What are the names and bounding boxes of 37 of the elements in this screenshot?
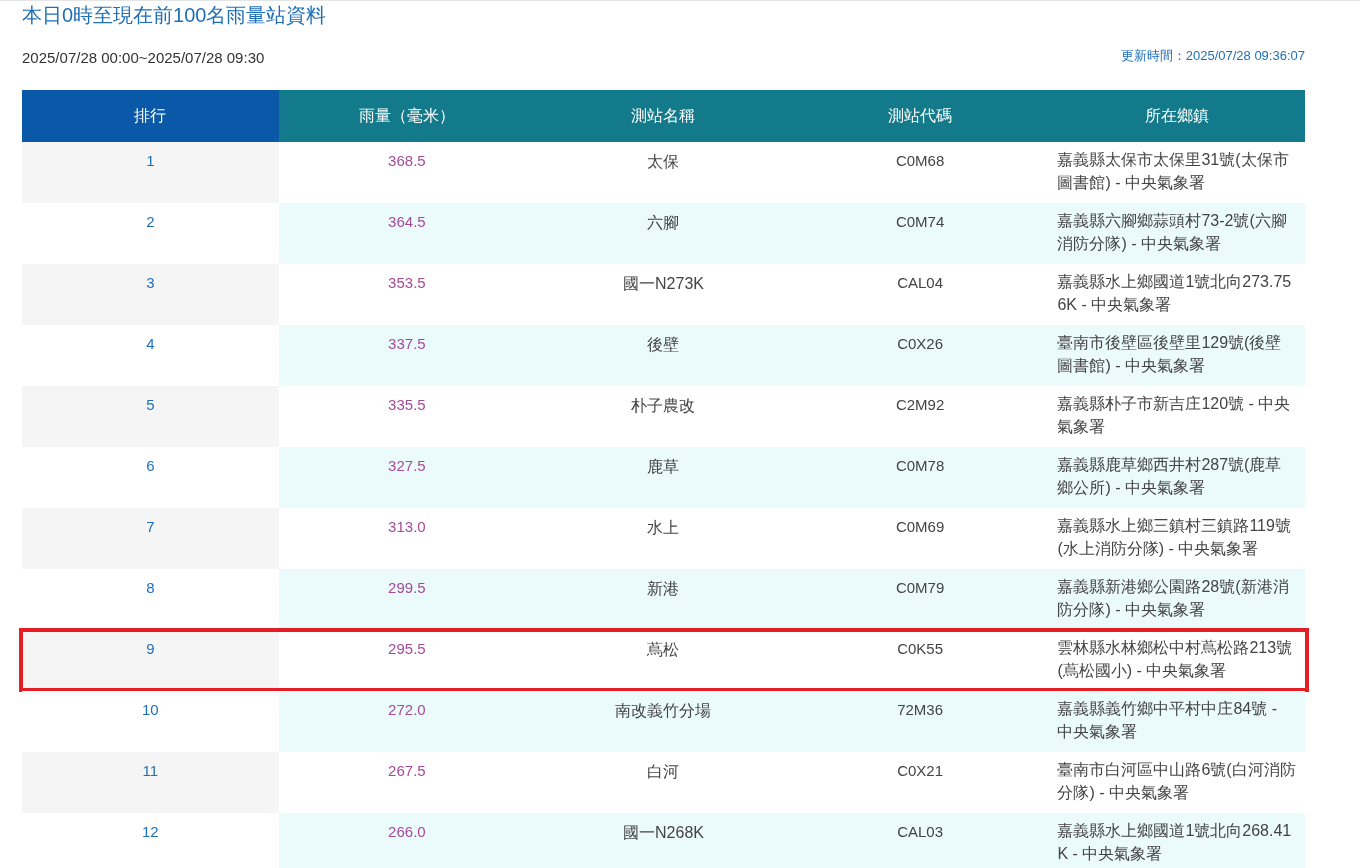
table-cell: 7	[22, 507, 279, 569]
table-cell: 5	[22, 385, 279, 447]
table-cell: 嘉義縣六腳鄉蒜頭村73-2號(六腳消防分隊) - 中央氣象署	[1048, 202, 1305, 264]
table-cell: 327.5	[278, 446, 536, 508]
table-cell: 國一N268K	[535, 812, 792, 868]
table-cell: CAL03	[791, 812, 1049, 868]
table-cell: 嘉義縣鹿草鄉西井村287號(鹿草鄉公所) - 中央氣象署	[1048, 446, 1305, 508]
column-header: 測站名稱	[535, 89, 792, 142]
table-cell: 臺南市後壁區後壁里129號(後壁圖書館) - 中央氣象署	[1048, 324, 1305, 386]
table-cell: 266.0	[278, 812, 536, 868]
table-cell: 272.0	[278, 690, 536, 752]
table-cell: 嘉義縣水上鄉國道1號北向268.41K - 中央氣象署	[1048, 812, 1305, 868]
table-cell: 299.5	[278, 568, 536, 630]
table-cell: 364.5	[278, 202, 536, 264]
table-cell: C0M79	[791, 568, 1049, 630]
update-time: 更新時間：2025/07/28 09:36:07	[1120, 47, 1305, 65]
table-cell: 嘉義縣義竹鄉中平村中庄84號 - 中央氣象署	[1048, 690, 1305, 752]
table-cell: C0M74	[791, 202, 1049, 264]
date-range: 2025/07/28 00:00~2025/07/28 09:30	[22, 48, 265, 68]
table-cell: 六腳	[535, 202, 792, 264]
column-header: 測站代碼	[791, 89, 1049, 142]
table-cell: 11	[22, 751, 279, 813]
column-header: 排行	[22, 89, 279, 142]
table-cell: C0M78	[791, 446, 1049, 508]
page-title: 本日0時至現在前100名雨量站資料	[22, 3, 327, 28]
table-cell: 鹿草	[535, 446, 792, 508]
table-cell: C0X26	[791, 324, 1049, 386]
table-cell: 1	[22, 141, 279, 203]
table-cell: 嘉義縣新港鄉公園路28號(新港消防分隊) - 中央氣象署	[1048, 568, 1305, 630]
column-header: 雨量（毫米）	[278, 89, 536, 142]
table-cell: 72M36	[791, 690, 1049, 752]
column-header: 所在鄉鎮	[1048, 89, 1305, 142]
table-cell: 337.5	[278, 324, 536, 386]
table-cell: 後壁	[535, 324, 792, 386]
table-cell: 3	[22, 263, 279, 325]
table-cell: 新港	[535, 568, 792, 630]
table-cell: 南改義竹分場	[535, 690, 792, 752]
